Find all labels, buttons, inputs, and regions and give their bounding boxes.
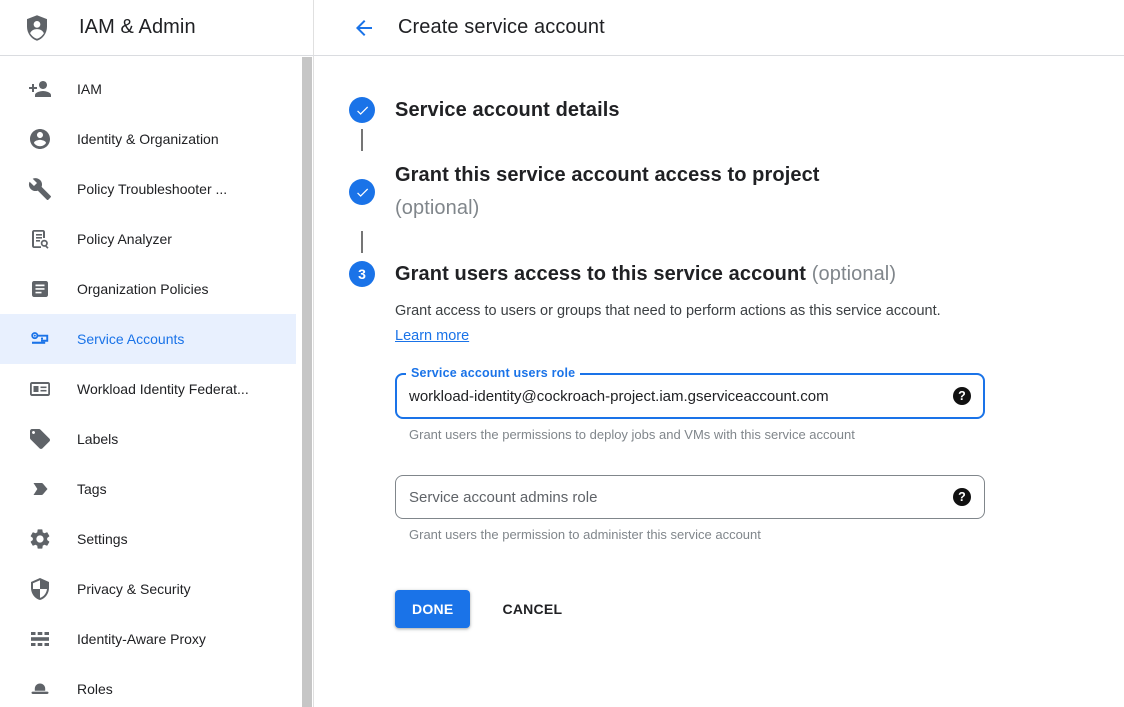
- sidebar-item-label: Roles: [77, 681, 113, 697]
- document-icon: [28, 277, 52, 301]
- sidebar-item-label: Identity & Organization: [77, 131, 219, 147]
- step-title-text: Grant users access to this service accou…: [395, 263, 806, 285]
- service-account-icon: [28, 327, 52, 351]
- help-icon[interactable]: ?: [953, 488, 971, 506]
- step-title: Service account details: [395, 97, 620, 123]
- sidebar-header: IAM & Admin: [0, 0, 314, 56]
- done-button[interactable]: DONE: [395, 590, 470, 628]
- person-add-icon: [28, 77, 52, 101]
- sidebar-item-label: Workload Identity Federat...: [77, 381, 249, 397]
- sidebar-item-label: Policy Analyzer: [77, 231, 172, 247]
- roles-hat-icon: [28, 677, 52, 701]
- gear-icon: [28, 527, 52, 551]
- sidebar-item-label: Identity-Aware Proxy: [77, 631, 206, 647]
- description-text: Grant access to users or groups that nee…: [395, 303, 941, 319]
- field-floating-label: Service account users role: [406, 366, 580, 380]
- sidebar-item-label: Labels: [77, 431, 118, 447]
- page-header: Create service account: [314, 0, 1124, 56]
- step-1-complete-badge: [349, 97, 375, 123]
- sidebar-item-policy-troubleshooter[interactable]: Policy Troubleshooter ...: [0, 164, 296, 214]
- back-arrow-icon[interactable]: [352, 16, 376, 40]
- tag-arrow-icon: [28, 477, 52, 501]
- sidebar-item-settings[interactable]: Settings: [0, 514, 296, 564]
- learn-more-link[interactable]: Learn more: [395, 328, 469, 344]
- field-helper-text: Grant users the permission to administer…: [409, 527, 985, 542]
- sidebar: IAM Identity & Organization Policy Troub…: [0, 56, 314, 707]
- step-optional-label: (optional): [395, 192, 820, 225]
- step-title: Grant this service account access to pro…: [395, 159, 820, 192]
- app-title: IAM & Admin: [79, 16, 196, 39]
- sidebar-item-label: Settings: [77, 531, 128, 547]
- section-description: Grant access to users or groups that nee…: [395, 299, 951, 349]
- sidebar-item-policy-analyzer[interactable]: Policy Analyzer: [0, 214, 296, 264]
- sidebar-item-identity-aware-proxy[interactable]: Identity-Aware Proxy: [0, 614, 296, 664]
- wrench-icon: [28, 177, 52, 201]
- sidebar-item-label: IAM: [77, 81, 102, 97]
- app-window: IAM & Admin Create service account IAM I…: [0, 0, 1124, 707]
- sidebar-item-privacy-security[interactable]: Privacy & Security: [0, 564, 296, 614]
- check-icon: [355, 103, 370, 118]
- check-icon: [355, 185, 370, 200]
- sidebar-item-iam[interactable]: IAM: [0, 64, 296, 114]
- step-3-number-badge: 3: [349, 261, 375, 287]
- step-optional-label: (optional): [812, 263, 896, 285]
- service-account-admins-role-input[interactable]: [409, 489, 953, 506]
- service-account-users-role-input[interactable]: [409, 388, 953, 405]
- step-grant-users-access: 3 Grant users access to this service acc…: [349, 261, 1124, 287]
- sidebar-item-service-accounts[interactable]: Service Accounts: [0, 314, 296, 364]
- service-account-users-role-field[interactable]: Service account users role ?: [395, 373, 985, 419]
- cancel-button[interactable]: CANCEL: [502, 601, 562, 617]
- step-grant-access-to-project: Grant this service account access to pro…: [349, 159, 1124, 225]
- create-service-account-form: Service account details Grant this servi…: [314, 56, 1124, 707]
- sidebar-item-labels[interactable]: Labels: [0, 414, 296, 464]
- sidebar-item-roles[interactable]: Roles: [0, 664, 296, 707]
- sidebar-item-identity-organization[interactable]: Identity & Organization: [0, 114, 296, 164]
- sidebar-item-label: Privacy & Security: [77, 581, 191, 597]
- sidebar-item-workload-identity-federation[interactable]: Workload Identity Federat...: [0, 364, 296, 414]
- step-title: Grant users access to this service accou…: [395, 261, 896, 287]
- iam-admin-shield-icon: [22, 13, 52, 43]
- sidebar-item-organization-policies[interactable]: Organization Policies: [0, 264, 296, 314]
- sidebar-item-tags[interactable]: Tags: [0, 464, 296, 514]
- step-2-complete-badge: [349, 179, 375, 205]
- sidebar-item-label: Service Accounts: [77, 331, 184, 347]
- step-connector: [361, 231, 363, 253]
- help-icon[interactable]: ?: [953, 387, 971, 405]
- step-connector: [361, 129, 363, 151]
- page-title: Create service account: [398, 16, 605, 39]
- service-account-admins-role-field[interactable]: ?: [395, 475, 985, 519]
- identity-icon: [28, 127, 52, 151]
- sidebar-scrollbar[interactable]: [302, 57, 312, 707]
- step-service-account-details: Service account details: [349, 97, 1124, 123]
- label-icon: [28, 427, 52, 451]
- proxy-grid-icon: [28, 627, 52, 651]
- shield-icon: [28, 577, 52, 601]
- field-helper-text: Grant users the permissions to deploy jo…: [409, 427, 985, 442]
- id-card-icon: [28, 377, 52, 401]
- sidebar-item-label: Tags: [77, 481, 107, 497]
- sidebar-item-label: Organization Policies: [77, 281, 209, 297]
- form-actions: DONE CANCEL: [395, 590, 1124, 628]
- sidebar-item-label: Policy Troubleshooter ...: [77, 181, 227, 197]
- policy-analyzer-icon: [28, 227, 52, 251]
